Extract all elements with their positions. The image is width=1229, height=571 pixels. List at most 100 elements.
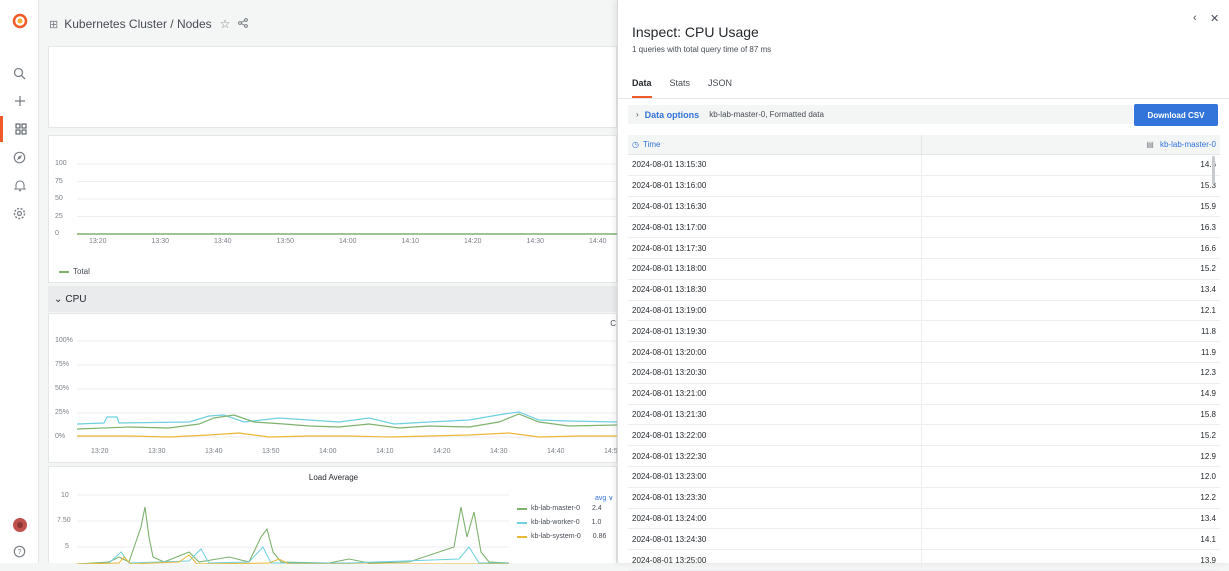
inspect-drawer: ‹ ✕ Inspect: CPU Usage 1 queries with to… (617, 0, 1229, 571)
row-header-cpu[interactable]: ⌄ CPU (48, 286, 617, 312)
share-icon[interactable] (238, 17, 249, 31)
plus-icon[interactable] (0, 88, 39, 114)
cell-time: 2024-08-01 13:18:30 (628, 279, 922, 300)
user-avatar[interactable] (0, 512, 39, 538)
column-header-value[interactable]: ▤ kb-lab-master-0 (922, 140, 1220, 149)
cell-value: 16.3 (1200, 222, 1216, 232)
close-icon[interactable]: ✕ (1210, 12, 1219, 25)
alerting-bell-icon[interactable] (0, 172, 39, 198)
y-tick: 100 (55, 160, 67, 167)
settings-gear-icon[interactable] (0, 200, 39, 226)
table-header: ◷ Time ▤ kb-lab-master-0 (628, 134, 1220, 155)
y-tick: 7.50 (57, 517, 71, 524)
legend-item[interactable]: kb-lab-worker-0 1.0 (517, 519, 601, 526)
cell-time: 2024-08-01 13:18:00 (628, 258, 922, 279)
x-tick: 14:30 (490, 448, 508, 455)
x-tick: 13:20 (89, 238, 107, 245)
tab-stats[interactable]: Stats (670, 74, 691, 98)
cell-time: 2024-08-01 13:17:00 (628, 217, 922, 238)
cell-value: 16.6 (1200, 243, 1216, 253)
table-row: 2024-08-01 13:17:00 16.3 (628, 217, 1220, 239)
cell-time: 2024-08-01 13:22:30 (628, 446, 922, 466)
download-csv-button[interactable]: Download CSV (1134, 104, 1218, 126)
dashboards-icon[interactable] (0, 116, 39, 142)
table-row: 2024-08-01 13:21:30 15.8 (628, 404, 1220, 426)
help-icon[interactable]: ? (0, 538, 39, 564)
table-row: 2024-08-01 13:25:00 13.9 (628, 550, 1220, 571)
load-average-chart (76, 494, 509, 564)
table-row: 2024-08-01 13:18:00 15.2 (628, 258, 1220, 280)
cell-value: 12.0 (1200, 472, 1216, 482)
cell-value: 12.9 (1200, 451, 1216, 461)
legend-label: kb-lab-master-0 (531, 505, 581, 512)
legend-item[interactable]: kb-lab-master-0 2.4 (517, 505, 602, 512)
x-tick: 13:50 (262, 448, 280, 455)
collapse-drawer-icon[interactable]: ‹ (1193, 12, 1197, 24)
table-icon: ▤ (1146, 140, 1154, 149)
legend-swatch (59, 270, 69, 273)
legend-swatch (517, 521, 527, 524)
cell-time: 2024-08-01 13:25:00 (628, 550, 922, 570)
data-options-label[interactable]: Data options (645, 110, 700, 120)
cell-time: 2024-08-01 13:19:30 (628, 321, 922, 342)
y-tick: 75 (55, 177, 63, 185)
cell-time: 2024-08-01 13:23:00 (628, 466, 922, 487)
y-tick: 25% (55, 409, 70, 416)
load-average-panel: Load Average 10 7.50 5 avg ∨ kb-lab-mast… (48, 466, 617, 564)
table-row: 2024-08-01 13:16:00 15.3 (628, 175, 1220, 197)
cell-value: 14.6 (1200, 160, 1216, 170)
series-system-line (77, 432, 618, 438)
table-scrollbar[interactable] (1212, 156, 1215, 184)
table-row: 2024-08-01 13:16:30 15.9 (628, 196, 1220, 218)
y-tick: 50 (55, 195, 63, 202)
legend-item[interactable]: kb-lab-system-0 0.86 (517, 533, 606, 540)
cell-value: 15.2 (1200, 264, 1216, 274)
grafana-logo-icon[interactable] (0, 8, 39, 34)
x-tick: 14:20 (464, 238, 482, 245)
table-row: 2024-08-01 13:17:30 16.6 (628, 238, 1220, 259)
table-row: 2024-08-01 13:15:30 14.6 (628, 155, 1220, 176)
x-tick: 13:50 (276, 238, 295, 245)
table-row: 2024-08-01 13:24:00 13.4 (628, 508, 1220, 530)
data-options-toggle[interactable]: › Data options kb-lab-master-0, Formatte… (628, 105, 1133, 124)
data-table: ◷ Time ▤ kb-lab-master-0 2024-08-01 13:1… (628, 134, 1220, 571)
x-tick: 13:30 (151, 238, 170, 245)
search-icon[interactable] (0, 60, 39, 86)
legend-label: Total (73, 267, 90, 276)
cell-value: 11.9 (1201, 347, 1216, 357)
inspect-subtitle: 1 queries with total query time of 87 ms (632, 45, 772, 54)
chevron-right-icon: › (636, 110, 639, 119)
column-label: kb-lab-master-0 (1159, 140, 1216, 149)
cpu-chart (76, 340, 618, 438)
legend-label: kb-lab-system-0 (531, 533, 581, 540)
tab-data[interactable]: Data (632, 74, 652, 98)
cell-time: 2024-08-01 13:24:00 (628, 508, 922, 529)
table-row: 2024-08-01 13:18:30 13.4 (628, 279, 1220, 301)
tab-json[interactable]: JSON (708, 74, 732, 98)
x-tick: 14:40 (547, 448, 565, 455)
data-options-summary: kb-lab-master-0, Formatted data (709, 110, 824, 119)
cell-value: 15.8 (1200, 409, 1216, 419)
table-row: 2024-08-01 13:22:00 15.2 (628, 425, 1220, 447)
legend-value: 0.86 (592, 533, 607, 540)
empty-panel (48, 46, 617, 128)
legend-label: kb-lab-worker-0 (531, 519, 580, 526)
inspect-tabs: Data Stats JSON (632, 74, 732, 98)
cell-value: 15.2 (1200, 430, 1216, 440)
inspect-title: Inspect: CPU Usage (632, 24, 759, 40)
x-tick: 13:40 (205, 448, 223, 455)
column-header-time[interactable]: ◷ Time (628, 134, 922, 155)
star-icon[interactable]: ☆ (220, 17, 231, 31)
breadcrumb[interactable]: Kubernetes Cluster / Nodes (64, 17, 211, 31)
legend-sort-avg[interactable]: avg ∨ (595, 494, 613, 502)
dashboard-header: ⊞ Kubernetes Cluster / Nodes ☆ (39, 0, 617, 48)
total-legend[interactable]: Total (59, 267, 90, 276)
table-row: 2024-08-01 13:23:00 12.0 (628, 466, 1220, 488)
explore-compass-icon[interactable] (0, 144, 39, 170)
cell-value: 15.3 (1200, 181, 1216, 191)
y-tick: 5 (65, 543, 69, 550)
table-row: 2024-08-01 13:19:00 12.1 (628, 300, 1220, 322)
series-master-line (76, 506, 509, 564)
series-worker-line (76, 546, 509, 564)
table-row: 2024-08-01 13:21:00 14.9 (628, 383, 1220, 405)
